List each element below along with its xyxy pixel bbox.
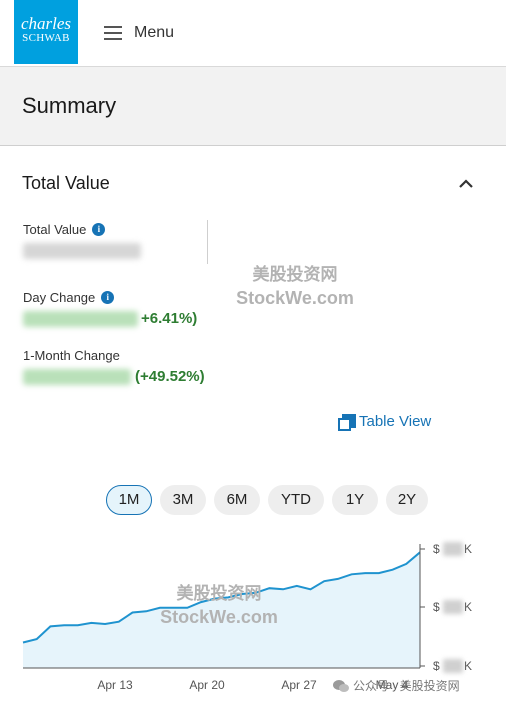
info-icon[interactable]: i: [101, 291, 115, 304]
range-button-1m[interactable]: 1M: [106, 485, 152, 515]
range-button-3m[interactable]: 3M: [160, 485, 206, 515]
watermark-en-chart: StockWe.com: [160, 607, 278, 627]
range-button-6m[interactable]: 6M: [214, 485, 260, 515]
y-tick-redacted: [443, 542, 463, 556]
range-button-2y[interactable]: 2Y: [386, 485, 428, 515]
month-change-label: 1-Month Change: [23, 348, 120, 363]
watermark-cn: 美股投资网: [252, 265, 338, 284]
menu-button[interactable]: Menu: [104, 20, 174, 46]
y-tick-redacted: [443, 600, 463, 614]
x-tick-label: Apr 13: [97, 678, 133, 692]
y-tick-label: $: [433, 659, 440, 673]
hamburger-icon: [104, 26, 122, 40]
total-value-amount-redacted: [23, 243, 141, 259]
y-tick-label: $: [433, 542, 440, 556]
day-change-amount-redacted: [23, 311, 138, 327]
summary-header: Summary: [0, 67, 506, 146]
day-change-percent: +6.41%): [141, 310, 198, 327]
total-value-label: Total Value: [23, 222, 87, 237]
top-navigation-bar: charles SCHWAB Menu: [0, 0, 506, 67]
page-title: Summary: [22, 93, 117, 118]
watermark-cn-chart: 美股投资网: [176, 584, 262, 603]
x-tick-label: Apr 27: [281, 678, 317, 692]
x-tick-label: Apr 20: [189, 678, 225, 692]
info-icon[interactable]: i: [92, 223, 106, 236]
logo-text-line2: SCHWAB: [22, 32, 70, 44]
range-button-ytd[interactable]: YTD: [268, 485, 324, 515]
footer-watermark: 公众号 · 美股投资网: [333, 677, 460, 694]
table-view-link[interactable]: Table View: [338, 413, 432, 431]
footer-watermark-text: 公众号 · 美股投资网: [353, 679, 460, 693]
y-tick-redacted: [443, 659, 463, 673]
schwab-logo[interactable]: charles SCHWAB: [14, 0, 78, 64]
section-title-total-value: Total Value: [22, 173, 110, 193]
month-change-amount-redacted: [23, 369, 131, 385]
watermark-en: StockWe.com: [236, 288, 354, 308]
y-tick-label: $: [433, 600, 440, 614]
total-value-label-row: Total Value i: [23, 222, 106, 237]
range-button-1y[interactable]: 1Y: [332, 485, 378, 515]
chevron-up-icon: [459, 179, 473, 188]
day-change-label: Day Change: [23, 290, 96, 305]
logo-text-line1: charles: [20, 14, 72, 33]
month-change-label-row: 1-Month Change: [23, 348, 120, 363]
menu-label: Menu: [134, 24, 175, 41]
month-change-percent: (+49.52%): [135, 368, 205, 385]
table-view-icon: [338, 413, 356, 431]
y-tick-label-suffix: K: [464, 659, 472, 673]
wechat-icon: [333, 679, 349, 692]
metric-divider: [207, 220, 208, 264]
time-range-selector: 1M 3M 6M YTD 1Y 2Y: [0, 485, 506, 515]
table-view-label: Table View: [359, 413, 432, 430]
y-tick-label-suffix: K: [464, 542, 472, 556]
collapse-button[interactable]: [456, 174, 476, 194]
y-tick-label-suffix: K: [464, 600, 472, 614]
day-change-label-row: Day Change i: [23, 290, 115, 305]
